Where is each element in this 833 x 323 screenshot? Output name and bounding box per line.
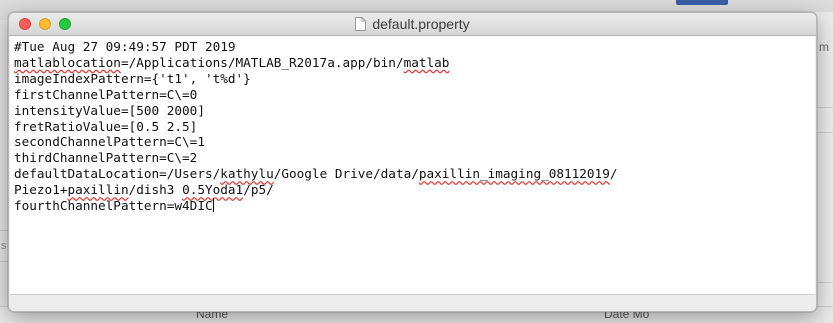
misspelled-word: paxillin xyxy=(67,182,129,198)
text-segment: imageIndexPattern={'t1', 't%d'} xyxy=(14,70,251,86)
misspelled-word: paxillin_imaging_08112019 xyxy=(418,166,610,182)
text-segment: secondChannelPattern=C\=1 xyxy=(14,134,205,150)
window-title-text: default.property xyxy=(372,16,470,32)
window-bottom-bar xyxy=(9,295,816,311)
text-segment: #Tue Aug 27 09:49:57 PDT 2019 xyxy=(14,39,236,54)
window-titlebar[interactable]: default.property xyxy=(9,13,816,36)
text-line: #Tue Aug 27 09:49:57 PDT 2019 xyxy=(14,39,815,55)
text-line: intensityValue=[500 2000] xyxy=(14,103,815,119)
text-cursor xyxy=(212,198,214,213)
text-segment: fourthChannelPattern=w4DIC xyxy=(14,198,213,214)
text-segment: fretRatioValue=[0.5 2.5] xyxy=(14,118,198,134)
text-line: firstChannelPattern=C\=0 xyxy=(14,87,815,103)
text-line: Piezo1+paxillin/dish3 0.5Yoda1/p5/ xyxy=(14,182,815,198)
text-segment: /Google Drive/data/ xyxy=(273,166,419,182)
text-line: thirdChannelPattern=C\=2 xyxy=(14,150,815,166)
text-segment: /p5/ xyxy=(243,182,274,198)
background-app-accent xyxy=(676,0,728,5)
text-segment: defaultDataLocation=/Users/ xyxy=(14,166,221,182)
background-left-letter: s xyxy=(1,240,7,252)
text-line: defaultDataLocation=/Users/kathylu/Googl… xyxy=(14,166,815,182)
window-title: default.property xyxy=(9,13,816,35)
misspelled-word: kathylu xyxy=(220,166,274,182)
text-line: secondChannelPattern=C\=1 xyxy=(14,134,815,150)
text-line: fourthChannelPattern=w4DIC xyxy=(14,198,815,214)
text-segment: =/Applications/MATLAB_R2017a.app/bin/ xyxy=(120,54,404,70)
textedit-window: default.property #Tue Aug 27 09:49:57 PD… xyxy=(8,12,817,312)
background-letter: m xyxy=(819,40,829,54)
text-line: imageIndexPattern={'t1', 't%d'} xyxy=(14,71,815,87)
background-nav-arrows xyxy=(568,0,638,10)
text-segment: firstChannelPattern=C\=0 xyxy=(14,86,198,102)
text-segment: / xyxy=(609,166,618,182)
text-segment: Piezo1+ xyxy=(14,182,68,198)
text-segment: thirdChannelPattern=C\=2 xyxy=(14,150,198,166)
document-icon xyxy=(355,17,367,31)
misspelled-word: matlablocation xyxy=(14,54,121,70)
misspelled-word: 0.5Yoda1 xyxy=(182,182,244,198)
misspelled-word: matlab xyxy=(403,54,450,70)
text-segment: /dish3 xyxy=(128,182,183,198)
text-segment: intensityValue=[500 2000] xyxy=(14,102,205,118)
text-line: matlablocation=/Applications/MATLAB_R201… xyxy=(14,55,815,71)
text-editor-area[interactable]: #Tue Aug 27 09:49:57 PDT 2019 matlablocat… xyxy=(10,36,815,295)
text-line: fretRatioValue=[0.5 2.5] xyxy=(14,119,815,135)
